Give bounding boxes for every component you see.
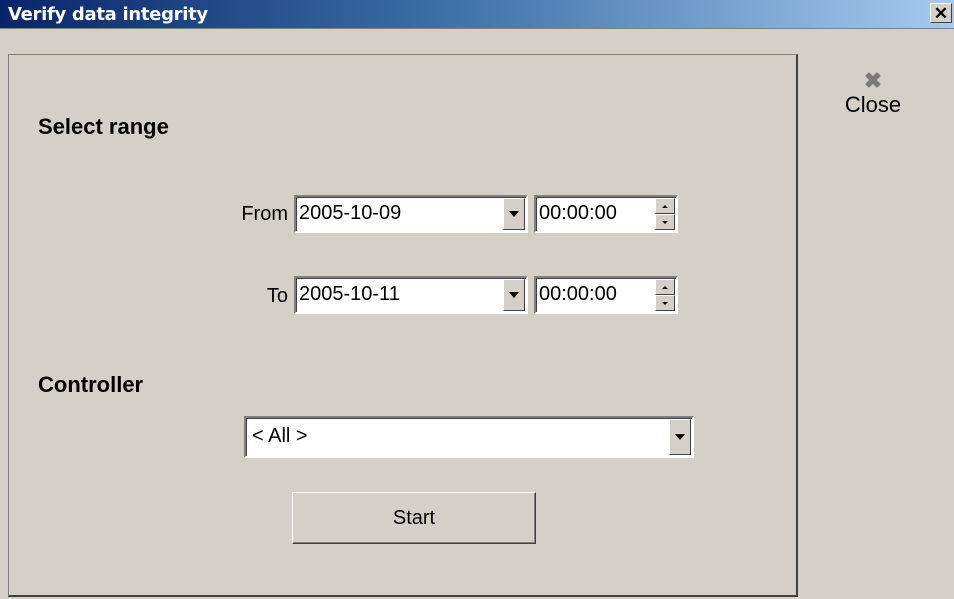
to-time-up-button[interactable]	[655, 279, 675, 295]
arrow-up-icon	[662, 204, 668, 208]
from-time-spinner[interactable]: 00:00:00	[534, 195, 678, 233]
to-time-value: 00:00:00	[539, 283, 617, 305]
from-time-down-button[interactable]	[655, 214, 675, 230]
to-label: To	[266, 285, 288, 307]
from-time-value: 00:00:00	[539, 202, 617, 224]
arrow-down-icon	[662, 220, 668, 224]
from-date-dropdown-button[interactable]	[503, 198, 525, 230]
arrow-up-icon	[662, 285, 668, 289]
start-button[interactable]: Start	[292, 492, 536, 544]
arrow-down-icon	[662, 301, 668, 305]
from-date-dropdown[interactable]: 2005-10-09	[294, 195, 528, 233]
from-time-up-button[interactable]	[655, 198, 675, 214]
from-label: From	[241, 203, 288, 225]
chevron-down-icon	[509, 292, 519, 298]
close-command-label: Close	[844, 92, 902, 117]
close-command-button[interactable]: ✖ Close	[838, 68, 908, 138]
to-time-spin	[655, 279, 675, 311]
to-time-spinner[interactable]: 00:00:00	[534, 276, 678, 314]
to-date-value: 2005-10-11	[299, 283, 400, 305]
to-date-dropdown[interactable]: 2005-10-11	[294, 276, 528, 314]
select-range-heading: Select range	[38, 114, 169, 139]
title-bar: Verify data integrity ✕	[0, 0, 954, 29]
chevron-down-icon	[675, 434, 685, 440]
chevron-down-icon	[509, 211, 519, 217]
from-time-spin	[655, 198, 675, 230]
to-time-down-button[interactable]	[655, 295, 675, 311]
window-close-button[interactable]: ✕	[930, 3, 952, 23]
controller-selected-value: < All >	[252, 425, 308, 447]
close-icon: ✕	[933, 3, 949, 23]
to-date-dropdown-button[interactable]	[503, 279, 525, 311]
controller-heading: Controller	[38, 372, 144, 397]
from-date-value: 2005-10-09	[299, 202, 402, 224]
controller-dropdown-button[interactable]	[669, 419, 691, 455]
window-title: Verify data integrity	[8, 4, 208, 25]
controller-dropdown[interactable]: < All >	[244, 416, 694, 458]
close-x-icon: ✖	[863, 68, 883, 93]
